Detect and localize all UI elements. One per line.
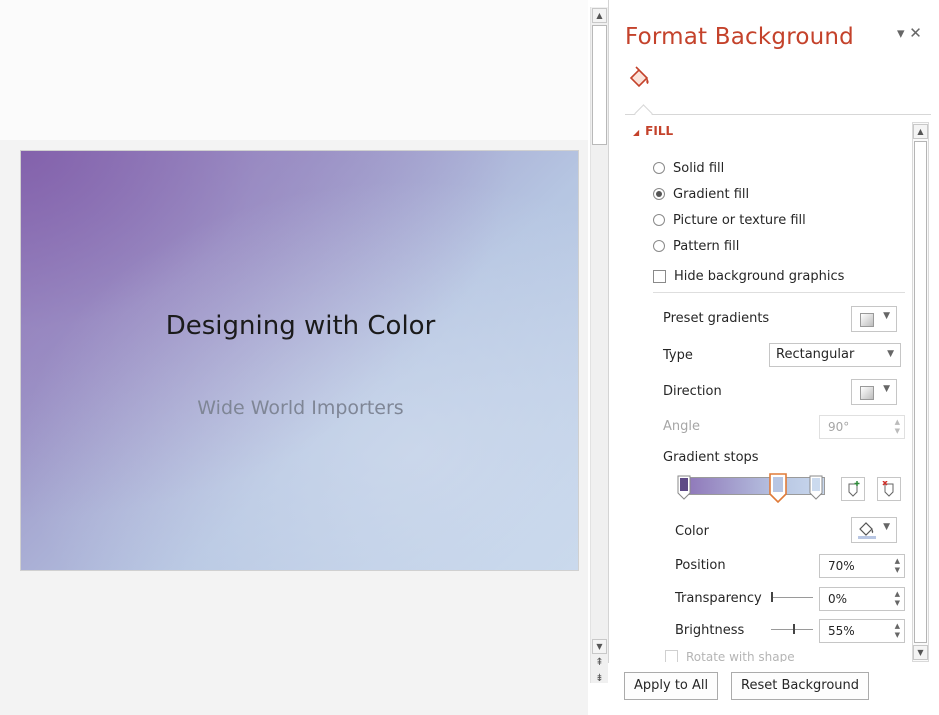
scroll-down-icon[interactable]: ▼ bbox=[913, 645, 928, 660]
scroll-down-icon[interactable]: ▼ bbox=[592, 639, 607, 654]
fill-color-icon bbox=[858, 522, 876, 539]
angle-label: Angle bbox=[663, 419, 700, 434]
brightness-slider-track[interactable] bbox=[771, 629, 813, 630]
type-label: Type bbox=[663, 348, 693, 363]
transparency-spinner[interactable]: 0% ▲ ▼ bbox=[819, 587, 905, 611]
checkbox-label: Rotate with shape bbox=[686, 650, 795, 662]
brightness-slider-thumb[interactable] bbox=[793, 624, 795, 634]
angle-spinner: 90° ▲ ▼ bbox=[819, 415, 905, 439]
chevron-down-icon: ▼ bbox=[883, 522, 890, 532]
transparency-slider-track[interactable] bbox=[771, 597, 813, 598]
radio-label: Pattern fill bbox=[673, 238, 740, 254]
position-value: 70% bbox=[828, 559, 855, 573]
radio-label: Picture or texture fill bbox=[673, 212, 806, 228]
type-dropdown[interactable]: Rectangular ▼ bbox=[769, 343, 901, 367]
preset-gradients-dropdown[interactable]: ▼ bbox=[851, 306, 897, 332]
rotate-with-shape-checkbox: Rotate with shape bbox=[665, 650, 795, 662]
preset-gradients-label: Preset gradients bbox=[663, 311, 770, 326]
tab-divider bbox=[625, 114, 931, 115]
brightness-label: Brightness bbox=[675, 623, 745, 638]
pane-title: Format Background bbox=[625, 24, 854, 50]
remove-stop-icon bbox=[882, 480, 894, 497]
brightness-value: 55% bbox=[828, 624, 855, 638]
spinner-arrows-icon[interactable]: ▲ ▼ bbox=[895, 590, 900, 608]
gradient-stop-2-selected[interactable] bbox=[769, 473, 787, 503]
fill-section-label: FILL bbox=[645, 124, 674, 138]
radio-button[interactable] bbox=[653, 240, 665, 252]
fill-section-header[interactable]: ◢ FILL bbox=[633, 124, 673, 138]
pane-options-close-icon[interactable]: ▾ ✕ bbox=[897, 24, 922, 42]
type-value: Rectangular bbox=[776, 347, 855, 362]
section-divider bbox=[653, 292, 905, 293]
reset-background-button[interactable]: Reset Background bbox=[731, 672, 870, 700]
canvas-scrollbar[interactable]: ▲ ▼ ⇞ ⇟ bbox=[590, 7, 608, 684]
scroll-up-icon[interactable]: ▲ bbox=[592, 8, 607, 23]
gradient-stops-bar[interactable] bbox=[679, 477, 825, 495]
spinner-arrows-icon: ▲ ▼ bbox=[894, 418, 900, 435]
apply-to-all-button[interactable]: Apply to All bbox=[624, 672, 719, 700]
chevron-down-icon: ▼ bbox=[883, 384, 890, 394]
gradient-stop-3[interactable] bbox=[809, 475, 823, 501]
gradient-swatch-icon bbox=[860, 313, 874, 327]
fill-bucket-icon[interactable] bbox=[627, 66, 651, 90]
radio-pattern-fill[interactable]: Pattern fill bbox=[653, 236, 739, 256]
color-label: Color bbox=[675, 524, 709, 539]
pane-scrollbar[interactable]: ▲ ▼ bbox=[912, 122, 929, 662]
transparency-label: Transparency bbox=[675, 591, 762, 606]
next-slide-icon[interactable]: ⇟ bbox=[592, 671, 607, 687]
previous-slide-icon[interactable]: ⇞ bbox=[592, 655, 607, 671]
direction-swatch-icon bbox=[860, 386, 874, 400]
transparency-value: 0% bbox=[828, 592, 848, 606]
scroll-up-icon[interactable]: ▲ bbox=[913, 124, 928, 139]
radio-button-selected[interactable] bbox=[653, 188, 665, 200]
canvas-top-area bbox=[0, 0, 588, 140]
chevron-down-icon: ▼ bbox=[883, 311, 890, 321]
checkbox-label: Hide background graphics bbox=[674, 268, 845, 284]
checkbox bbox=[665, 650, 678, 662]
radio-button[interactable] bbox=[653, 214, 665, 226]
add-gradient-stop-button[interactable] bbox=[841, 477, 865, 501]
radio-picture-texture-fill[interactable]: Picture or texture fill bbox=[653, 210, 806, 230]
radio-label: Gradient fill bbox=[673, 186, 750, 202]
collapse-triangle-icon[interactable]: ◢ bbox=[633, 128, 639, 137]
direction-label: Direction bbox=[663, 384, 722, 399]
direction-dropdown[interactable]: ▼ bbox=[851, 379, 897, 405]
radio-gradient-fill[interactable]: Gradient fill bbox=[653, 184, 749, 204]
remove-gradient-stop-button[interactable] bbox=[877, 477, 901, 501]
gradient-stop-1[interactable] bbox=[677, 475, 691, 501]
slide-subtitle[interactable]: Wide World Importers bbox=[21, 397, 578, 419]
slide[interactable]: Designing with Color Wide World Importer… bbox=[20, 150, 579, 571]
slide-glow bbox=[21, 151, 578, 570]
position-label: Position bbox=[675, 558, 726, 573]
color-dropdown[interactable]: ▼ bbox=[851, 517, 897, 543]
checkbox[interactable] bbox=[653, 269, 666, 283]
gradient-stops-label: Gradient stops bbox=[663, 450, 759, 465]
transparency-slider-thumb[interactable] bbox=[771, 592, 773, 602]
chevron-down-icon: ▼ bbox=[887, 349, 894, 359]
hide-background-graphics-checkbox[interactable]: Hide background graphics bbox=[653, 266, 844, 286]
position-spinner[interactable]: 70% ▲ ▼ bbox=[819, 554, 905, 578]
spinner-arrows-icon[interactable]: ▲ ▼ bbox=[895, 622, 900, 640]
angle-value: 90° bbox=[828, 420, 850, 434]
format-background-pane: Format Background ▾ ✕ ◢ FILL Solid fill G… bbox=[608, 0, 939, 715]
radio-label: Solid fill bbox=[673, 160, 725, 176]
scrollbar-thumb[interactable] bbox=[592, 25, 607, 145]
spinner-arrows-icon[interactable]: ▲ ▼ bbox=[895, 557, 900, 575]
tab-pointer bbox=[634, 104, 653, 123]
brightness-spinner[interactable]: 55% ▲ ▼ bbox=[819, 619, 905, 643]
add-stop-icon bbox=[848, 481, 860, 497]
slide-title[interactable]: Designing with Color bbox=[21, 311, 578, 341]
radio-button[interactable] bbox=[653, 162, 665, 174]
radio-solid-fill[interactable]: Solid fill bbox=[653, 158, 724, 178]
pane-scrollbar-thumb[interactable] bbox=[914, 141, 927, 643]
